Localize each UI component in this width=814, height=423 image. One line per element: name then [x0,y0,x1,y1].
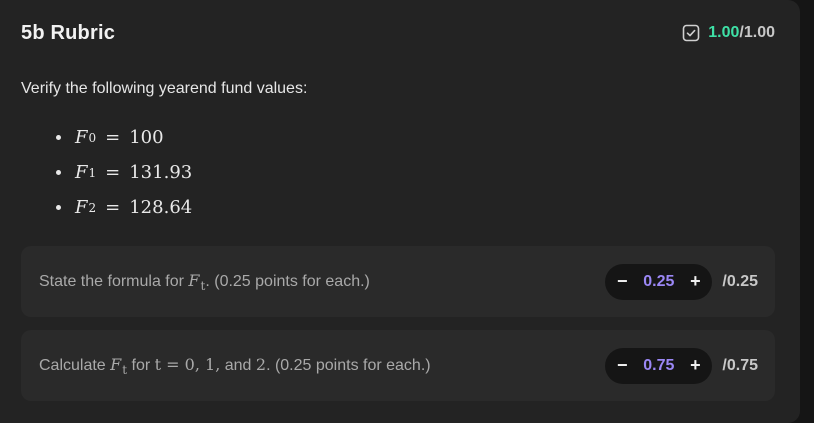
fund-subscript: 1 [88,165,97,180]
list-item: F0 = 100 [56,120,192,155]
increment-button[interactable]: + [688,355,702,376]
score-value[interactable]: 0.75 [643,357,674,375]
decrement-button[interactable]: − [615,355,629,376]
bullet-icon [56,205,61,210]
list-item: F2 = 128.64 [56,190,192,225]
fund-symbol: F [75,162,88,183]
fund-value: 100 [129,127,164,148]
criterion-text-after: . (0.25 points for each.) [205,272,370,290]
rubric-title: 5b Rubric [21,21,116,44]
fund-symbol: F [75,127,88,148]
criterion-math: F [110,354,122,374]
criterion-row: Calculate Ft for t = 0, 1, and 2. (0.25 … [21,330,775,401]
increment-button[interactable]: + [688,271,702,292]
score-earned: 1.00 [708,24,740,41]
criterion-text-before: State the formula for [39,272,189,290]
fund-symbol: F [75,197,88,218]
score-value[interactable]: 0.25 [643,273,674,291]
max-points: /0.25 [722,272,758,290]
fund-subscript: 2 [88,200,97,215]
criterion-row: State the formula for Ft. (0.25 points f… [21,246,775,317]
criterion-text-before: Calculate [39,356,111,374]
fund-values-list: F0 = 100 F1 = 131.93 F2 = 128.64 [56,120,192,225]
score-controls: − 0.25 + /0.25 [605,263,758,300]
score-stepper: − 0.75 + [605,347,713,384]
rubric-score: 1.00/1.00 [682,24,775,42]
score-stepper: − 0.25 + [605,263,713,300]
rubric-card: 5b Rubric 1.00/1.00 Verify the following… [0,0,800,423]
criterion-text-mid: for [127,356,155,374]
equals-sign: = [105,127,121,148]
equals-sign: = [105,162,121,183]
score-total: /1.00 [739,24,775,41]
decrement-button[interactable]: − [615,271,629,292]
criterion-math-2: t = 0, 1, [154,354,221,374]
fund-value: 128.64 [129,197,193,218]
max-points: /0.75 [722,356,758,374]
fund-value: 131.93 [129,162,193,183]
bullet-icon [56,170,61,175]
equals-sign: = [105,197,121,218]
criterion-text-after: . (0.25 points for each.) [266,356,431,374]
list-item: F1 = 131.93 [56,155,192,190]
criterion-text: Calculate Ft for t = 0, 1, and 2. (0.25 … [39,355,431,377]
criterion-math: F [188,270,200,290]
criterion-text-mid-2: and [220,356,256,374]
criterion-math-3: 2 [255,354,267,374]
rubric-header: 5b Rubric 1.00/1.00 [21,18,775,48]
intro-text: Verify the following yearend fund values… [21,80,308,97]
bullet-icon [56,135,61,140]
criterion-text: State the formula for Ft. (0.25 points f… [39,271,370,293]
fund-subscript: 0 [88,130,97,145]
check-square-icon [682,24,700,42]
score-controls: − 0.75 + /0.75 [605,347,758,384]
